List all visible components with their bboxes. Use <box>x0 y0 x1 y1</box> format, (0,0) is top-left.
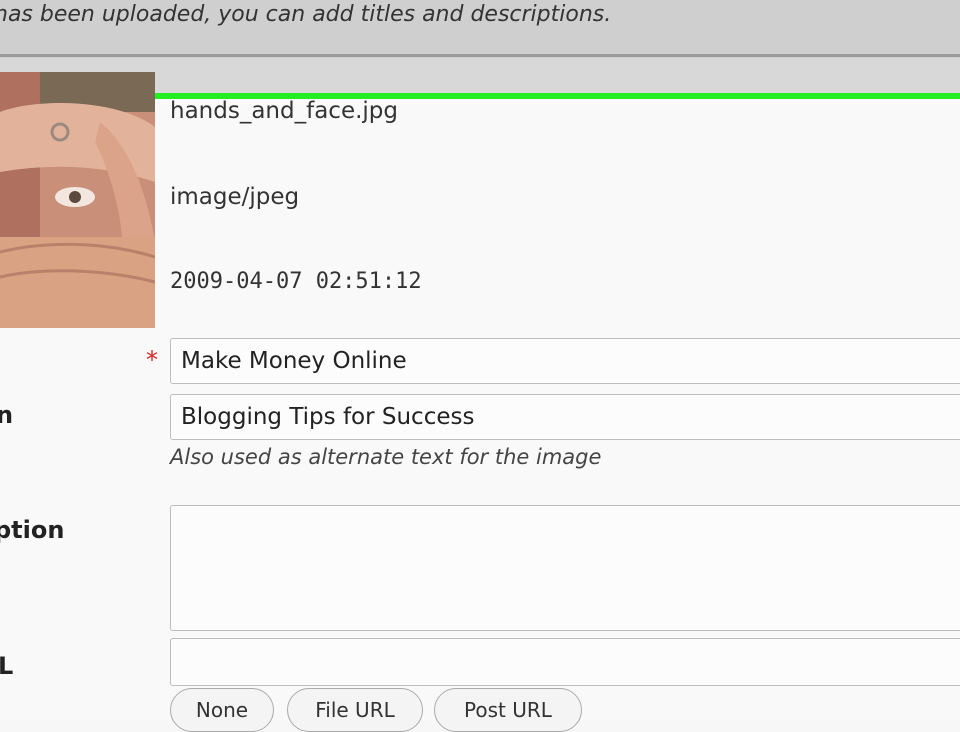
link-none-button[interactable]: None <box>170 688 274 732</box>
attachment-thumbnail <box>0 72 155 328</box>
alt-text-hint: Also used as alternate text for the imag… <box>170 445 602 469</box>
attachment-upload-date: 2009-04-07 02:51:12 <box>170 269 422 294</box>
post-url-button[interactable]: Post URL <box>434 688 582 732</box>
link-url-input[interactable] <box>170 638 960 686</box>
upload-notice-banner: has been uploaded, you can add titles an… <box>0 0 960 58</box>
banner-divider <box>0 54 960 57</box>
attachment-mime-type: image/jpeg <box>170 184 300 210</box>
required-marker: * <box>146 346 158 374</box>
upload-notice-text: has been uploaded, you can add titles an… <box>0 2 612 27</box>
title-input[interactable]: Make Money Online <box>170 338 960 384</box>
attachment-filename: hands_and_face.jpg <box>170 98 398 124</box>
file-url-button[interactable]: File URL <box>287 688 423 732</box>
caption-label: ption <box>0 516 65 544</box>
alt-text-label: n <box>0 401 14 429</box>
photo-thumbnail-icon <box>0 72 155 328</box>
alternate-text-input[interactable]: Blogging Tips for Success <box>170 394 960 440</box>
link-url-label: L <box>0 652 14 680</box>
caption-input[interactable] <box>170 505 960 631</box>
